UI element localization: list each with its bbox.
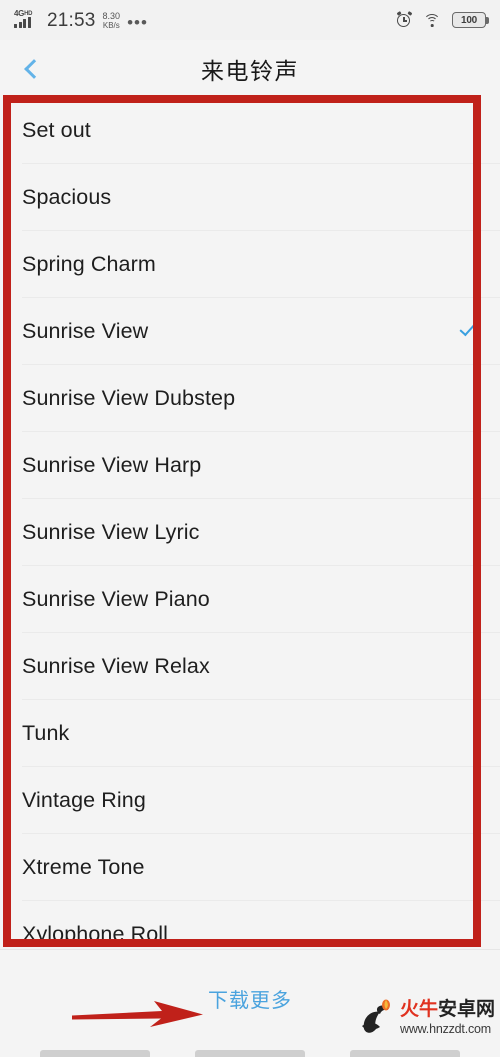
watermark-text: 火牛安卓网 www.hnzzdt.com	[400, 1000, 495, 1036]
signal-icon: 4GHD	[14, 9, 40, 31]
nav-home-hint[interactable]	[195, 1050, 305, 1057]
list-item-label: Tunk	[22, 721, 70, 745]
network-speed-unit: KB/s	[102, 21, 120, 30]
list-item[interactable]: Set out	[0, 97, 500, 164]
check-icon	[458, 319, 478, 342]
network-speed-indicator: 8.30 KB/s	[102, 11, 121, 31]
alarm-icon	[396, 11, 412, 28]
list-item-label: Sunrise View Relax	[22, 654, 210, 678]
watermark-name-black: 安卓网	[438, 998, 496, 1021]
list-item[interactable]: Sunrise View Dubstep	[0, 365, 500, 432]
overflow-dots-icon: •••	[127, 13, 148, 32]
status-bar: 4GHD 21:53 8.30 KB/s ••• 100	[0, 0, 500, 40]
status-bar-left: 4GHD 21:53 8.30 KB/s •••	[14, 9, 148, 31]
list-item-label: Set out	[22, 118, 91, 142]
list-item[interactable]: Spring Charm	[0, 231, 500, 298]
watermark: 火牛安卓网 www.hnzzdt.com	[356, 987, 496, 1049]
list-item-label: Sunrise View Harp	[22, 453, 202, 477]
list-item-label: Vintage Ring	[22, 788, 146, 812]
page-title: 来电铃声	[201, 58, 299, 85]
phone-screen: 4GHD 21:53 8.30 KB/s ••• 100 来电铃声 Set ou…	[0, 0, 500, 1057]
list-item[interactable]: Tunk	[0, 700, 500, 767]
wifi-icon	[423, 13, 441, 27]
battery-icon: 100	[452, 12, 489, 28]
ringtone-list[interactable]: Set out Spacious Spring Charm Sunrise View S…	[0, 97, 500, 949]
list-item[interactable]: Sunrise View Harp	[0, 432, 500, 499]
list-item[interactable]: Xtreme Tone	[0, 834, 500, 901]
watermark-logo-icon	[362, 999, 390, 1033]
signal-bars	[14, 16, 31, 28]
watermark-name-red: 火牛	[400, 998, 439, 1021]
list-item-label: Spacious	[22, 185, 112, 209]
list-item[interactable]: Sunrise View Lyric	[0, 499, 500, 566]
list-item-label: Xylophone Roll	[22, 922, 169, 946]
list-item-label: Sunrise View Dubstep	[22, 386, 236, 410]
list-item-label: Sunrise View	[22, 319, 149, 343]
nav-back-hint[interactable]	[350, 1050, 460, 1057]
list-item[interactable]: Sunrise View	[0, 298, 500, 365]
list-item-label: Spring Charm	[22, 252, 156, 276]
title-bar: 来电铃声	[0, 40, 500, 97]
list-item[interactable]: Sunrise View Relax	[0, 633, 500, 700]
list-item[interactable]: Sunrise View Piano	[0, 566, 500, 633]
chevron-left-icon	[24, 58, 44, 79]
list-item-label: Sunrise View Piano	[22, 587, 210, 611]
battery-level-label: 100	[460, 14, 478, 26]
list-item[interactable]: Spacious	[0, 164, 500, 231]
download-more-label: 下载更多	[208, 987, 292, 1012]
list-item[interactable]: Xylophone Roll	[0, 901, 500, 949]
status-bar-right: 100	[396, 11, 489, 28]
list-item-label: Xtreme Tone	[22, 855, 145, 879]
list-item[interactable]: Vintage Ring	[0, 767, 500, 834]
list-item-label: Sunrise View Lyric	[22, 520, 200, 544]
back-button[interactable]	[14, 49, 54, 89]
nav-recents-hint[interactable]	[40, 1050, 150, 1057]
status-clock: 21:53	[47, 10, 96, 31]
watermark-url: www.hnzzdt.com	[400, 1022, 491, 1037]
network-speed-value: 8.30	[102, 11, 121, 21]
